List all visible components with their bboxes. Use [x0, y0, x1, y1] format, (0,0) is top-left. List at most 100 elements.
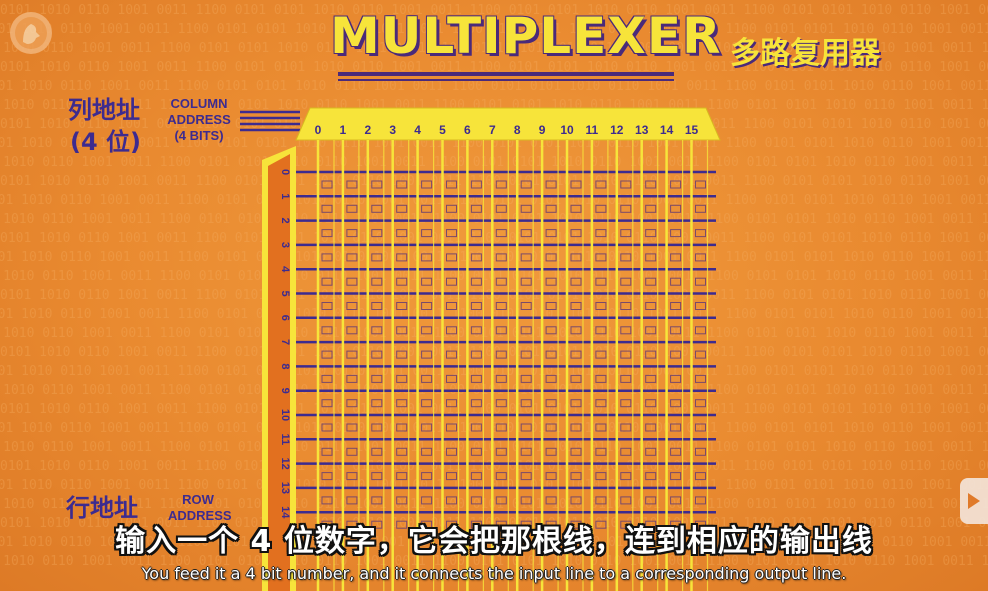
memory-cell — [371, 180, 383, 189]
memory-cell — [670, 302, 682, 310]
memory-cell — [396, 472, 408, 481]
memory-cell — [545, 277, 557, 286]
column-number-label: 5 — [439, 123, 446, 137]
memory-cell — [346, 447, 358, 456]
memory-cell — [595, 399, 607, 408]
memory-cell — [321, 326, 333, 335]
memory-cell — [695, 423, 706, 432]
memory-cell — [470, 399, 482, 408]
memory-cell — [520, 399, 532, 408]
memory-cell — [645, 204, 657, 213]
row-number-label: 8 — [279, 363, 291, 369]
memory-cell — [346, 277, 358, 286]
memory-cell — [470, 204, 482, 213]
memory-cell — [645, 423, 657, 432]
memory-cell — [470, 229, 482, 238]
memory-cell — [545, 253, 557, 262]
column-number-label: 1 — [340, 123, 347, 137]
memory-cell — [396, 496, 408, 505]
memory-cell — [371, 374, 383, 383]
memory-cell — [346, 253, 358, 262]
column-number-label: 4 — [414, 123, 421, 137]
memory-cell — [645, 277, 657, 286]
play-icon[interactable] — [960, 478, 988, 524]
row-number-label: 7 — [279, 339, 291, 345]
memory-cell — [645, 229, 657, 238]
memory-cell — [495, 350, 507, 359]
memory-cell — [695, 204, 706, 213]
memory-cell — [695, 496, 706, 505]
memory-cell — [620, 204, 632, 213]
memory-cell — [620, 326, 632, 335]
row-number-label: 3 — [279, 242, 291, 248]
memory-cell — [545, 302, 557, 310]
memory-cell — [520, 447, 532, 456]
memory-cell — [396, 253, 408, 262]
memory-cell — [670, 496, 682, 505]
memory-cell — [645, 302, 657, 310]
memory-cell — [446, 496, 457, 505]
memory-cell — [595, 277, 607, 286]
memory-cell — [470, 326, 482, 335]
memory-cell — [470, 472, 482, 481]
memory-cell — [470, 302, 482, 310]
memory-cell — [570, 374, 582, 383]
memory-cell — [421, 350, 433, 359]
memory-cell — [670, 472, 682, 481]
memory-cell — [545, 472, 557, 481]
memory-cell — [396, 326, 408, 335]
memory-cell — [421, 277, 433, 286]
memory-cell — [396, 374, 408, 383]
column-number-label: 9 — [539, 123, 546, 137]
memory-cell — [595, 447, 607, 456]
memory-cell — [446, 180, 457, 189]
memory-cell — [446, 253, 457, 262]
memory-cell — [446, 374, 457, 383]
memory-cell — [595, 204, 607, 213]
memory-cell — [495, 399, 507, 408]
memory-cell — [620, 472, 632, 481]
memory-cell — [645, 326, 657, 335]
memory-cell — [495, 253, 507, 262]
memory-cell — [470, 180, 482, 189]
memory-cell — [470, 253, 482, 262]
row-number-label: 1 — [279, 193, 291, 199]
column-number-label: 0 — [315, 123, 322, 137]
memory-cell — [695, 302, 706, 310]
memory-cell — [470, 496, 482, 505]
memory-cell — [695, 277, 706, 286]
memory-cell — [396, 350, 408, 359]
memory-cell — [520, 496, 532, 505]
memory-cell — [570, 472, 582, 481]
memory-cell — [371, 423, 383, 432]
memory-cell — [446, 302, 457, 310]
memory-cell — [670, 447, 682, 456]
memory-cell — [371, 204, 383, 213]
memory-cell — [695, 326, 706, 335]
memory-cell — [321, 399, 333, 408]
memory-cell — [695, 447, 706, 456]
memory-cell — [321, 374, 333, 383]
memory-cell — [620, 399, 632, 408]
memory-cell — [570, 423, 582, 432]
memory-cell — [570, 447, 582, 456]
memory-cell — [570, 229, 582, 238]
memory-cell — [545, 180, 557, 189]
memory-cell — [645, 350, 657, 359]
memory-cell — [421, 253, 433, 262]
memory-cell — [470, 447, 482, 456]
column-number-label: 15 — [685, 123, 699, 137]
memory-cell — [595, 472, 607, 481]
memory-cell — [396, 399, 408, 408]
row-number-label: 6 — [279, 315, 291, 321]
memory-cell — [495, 496, 507, 505]
video-frame: 0101 1010 0110 1001 0011 1100 0101 0101 … — [0, 0, 988, 591]
memory-cell — [595, 229, 607, 238]
row-number-label: 4 — [279, 266, 291, 273]
play-triangle — [968, 493, 980, 509]
memory-cell — [346, 350, 358, 359]
memory-cell — [396, 423, 408, 432]
memory-cell — [570, 350, 582, 359]
memory-cell — [371, 472, 383, 481]
memory-cell — [620, 229, 632, 238]
